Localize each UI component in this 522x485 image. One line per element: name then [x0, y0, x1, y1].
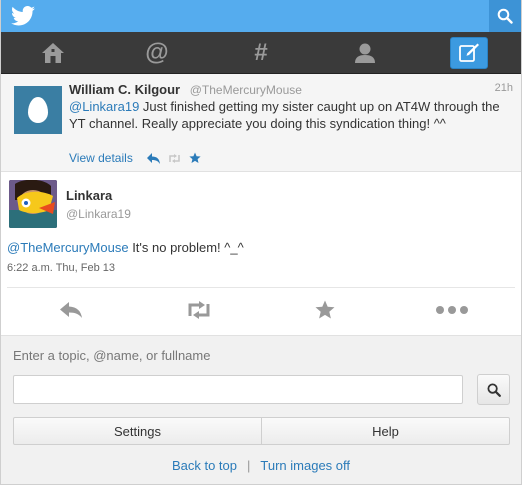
view-details-link[interactable]: View details: [69, 151, 133, 165]
nav-home[interactable]: [1, 32, 105, 73]
home-icon: [42, 42, 64, 63]
footer-links: Back to top | Turn images off: [1, 458, 521, 473]
retweet-icon[interactable]: [168, 153, 181, 164]
reply-button[interactable]: [51, 296, 91, 324]
search-submit-button[interactable]: [477, 374, 510, 405]
nav-connect[interactable]: @: [105, 32, 209, 73]
help-button[interactable]: Help: [261, 418, 509, 444]
back-to-top-link[interactable]: Back to top: [172, 458, 237, 473]
turn-images-off-link[interactable]: Turn images off: [260, 458, 350, 473]
tweet-mention-link[interactable]: @Linkara19: [69, 99, 139, 114]
tweet-author-line: William C. Kilgour @TheMercuryMouse: [69, 82, 302, 97]
favorite-icon[interactable]: [189, 152, 201, 164]
tweet-actions: View details: [69, 151, 201, 165]
detail-text-body: It's no problem! ^_^: [128, 240, 244, 255]
tweet-author-name[interactable]: William C. Kilgour: [69, 82, 180, 97]
at-mention-icon: @: [145, 38, 169, 66]
search-icon: [497, 8, 513, 24]
top-bar: [1, 0, 521, 32]
divider: [7, 287, 515, 288]
detail-timestamp: 6:22 a.m. Thu, Feb 13: [7, 262, 116, 274]
nav-me[interactable]: [313, 32, 417, 73]
compose-button[interactable]: [450, 36, 488, 69]
avatar[interactable]: [14, 86, 62, 134]
more-button[interactable]: [432, 296, 472, 324]
mobile-twitter-page: @ # William C. Kilgour @TheMercuryMouse …: [0, 0, 522, 485]
bottom-panel: Enter a topic, @name, or fullname Settin…: [1, 335, 521, 484]
footer-separator: |: [247, 458, 251, 473]
tweet-author-handle: @TheMercuryMouse: [189, 83, 302, 97]
detail-tweet-text: @TheMercuryMouse It's no problem! ^_^: [7, 240, 244, 255]
nav-compose[interactable]: [417, 32, 521, 73]
nav-bar: @ #: [1, 32, 521, 74]
reply-icon: [60, 302, 82, 318]
settings-help-row: Settings Help: [13, 417, 510, 445]
more-icon: [436, 306, 468, 314]
avatar[interactable]: [9, 180, 57, 228]
favorite-icon: [315, 300, 335, 319]
parent-tweet[interactable]: William C. Kilgour @TheMercuryMouse 21h …: [1, 74, 521, 172]
search-icon: [487, 383, 501, 397]
linkara-avatar-image: [9, 180, 57, 228]
twitter-bird-icon[interactable]: [11, 5, 35, 27]
retweet-button[interactable]: [179, 296, 219, 324]
retweet-icon: [188, 301, 210, 319]
compose-tweet-icon: [459, 43, 479, 62]
nav-discover[interactable]: #: [209, 32, 313, 73]
hashtag-discover-icon: #: [254, 38, 268, 66]
detail-author-name[interactable]: Linkara: [66, 188, 112, 203]
header-search-button[interactable]: [489, 0, 521, 32]
profile-icon: [355, 43, 375, 63]
detail-tweet: Linkara @Linkara19 @TheMercuryMouse It's…: [1, 172, 521, 335]
favorite-button[interactable]: [305, 296, 345, 324]
settings-button[interactable]: Settings: [14, 418, 261, 444]
detail-mention-link[interactable]: @TheMercuryMouse: [7, 240, 129, 255]
reply-icon[interactable]: [146, 152, 160, 164]
tweet-text: @Linkara19 Just finished getting my sist…: [69, 98, 509, 132]
default-egg-avatar-icon: [28, 97, 48, 123]
detail-author-handle: @Linkara19: [66, 207, 131, 221]
search-input[interactable]: [13, 375, 463, 404]
tweet-timestamp[interactable]: 21h: [495, 82, 513, 94]
search-hint: Enter a topic, @name, or fullname: [13, 348, 211, 363]
